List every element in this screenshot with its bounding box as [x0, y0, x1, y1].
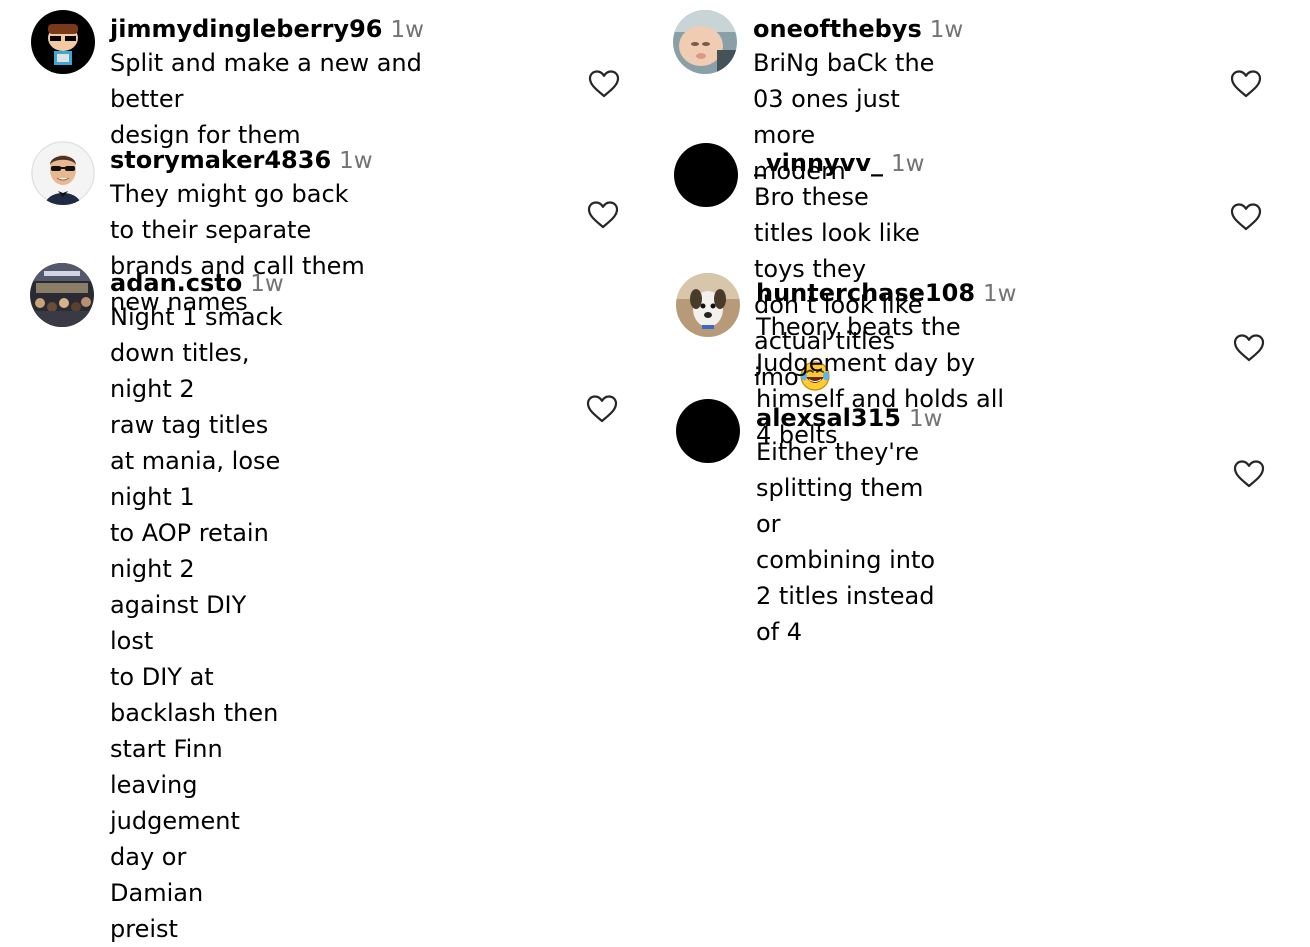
like-button[interactable]	[1232, 459, 1266, 489]
avatar[interactable]	[31, 141, 95, 205]
man-with-sunglasses-avatar-icon	[31, 141, 95, 205]
username[interactable]: jimmydingleberry96	[110, 15, 382, 43]
cartoon-character-avatar-icon	[31, 10, 95, 74]
black-circle-avatar-icon	[676, 399, 740, 463]
username[interactable]: hunterchase108	[756, 279, 975, 307]
like-button[interactable]	[587, 69, 621, 99]
timestamp[interactable]: 1w	[983, 281, 1016, 307]
dog-photo-avatar-icon	[676, 273, 740, 337]
black-circle-avatar-icon	[674, 143, 738, 207]
username[interactable]: alexsal315	[756, 404, 901, 432]
avatar[interactable]	[674, 143, 738, 207]
username[interactable]: _vinnyvv_	[754, 149, 883, 177]
heart-outline-icon	[1233, 334, 1265, 362]
heart-outline-icon	[1230, 203, 1262, 231]
comment-text: Night 1 smack down titles, night 2 raw t…	[110, 303, 283, 943]
username[interactable]: adan.csto	[110, 269, 242, 297]
heart-outline-icon	[1233, 460, 1265, 488]
avatar[interactable]	[673, 10, 737, 74]
avatar[interactable]	[31, 10, 95, 74]
timestamp[interactable]: 1w	[390, 17, 423, 43]
heart-outline-icon	[588, 70, 620, 98]
timestamp[interactable]: 1w	[250, 271, 283, 297]
like-button[interactable]	[1229, 202, 1263, 232]
avatar[interactable]	[30, 263, 94, 327]
baby-photo-avatar-icon	[673, 10, 737, 74]
username[interactable]: oneofthebys	[753, 15, 922, 43]
comment-text: Either they're splitting them or combini…	[756, 438, 936, 646]
timestamp[interactable]: 1w	[891, 151, 924, 177]
like-button[interactable]	[585, 394, 619, 424]
timestamp[interactable]: 1w	[339, 148, 372, 174]
like-button[interactable]	[586, 200, 620, 230]
avatar[interactable]	[676, 399, 740, 463]
timestamp[interactable]: 1w	[930, 17, 963, 43]
heart-outline-icon	[587, 201, 619, 229]
comment-text: Split and make a new and better design f…	[110, 49, 422, 149]
like-button[interactable]	[1229, 69, 1263, 99]
avatar[interactable]	[676, 273, 740, 337]
heart-outline-icon	[586, 395, 618, 423]
timestamp[interactable]: 1w	[909, 406, 942, 432]
arena-crowd-avatar-icon	[30, 263, 94, 327]
username[interactable]: storymaker4836	[110, 146, 331, 174]
heart-outline-icon	[1230, 70, 1262, 98]
like-button[interactable]	[1232, 333, 1266, 363]
